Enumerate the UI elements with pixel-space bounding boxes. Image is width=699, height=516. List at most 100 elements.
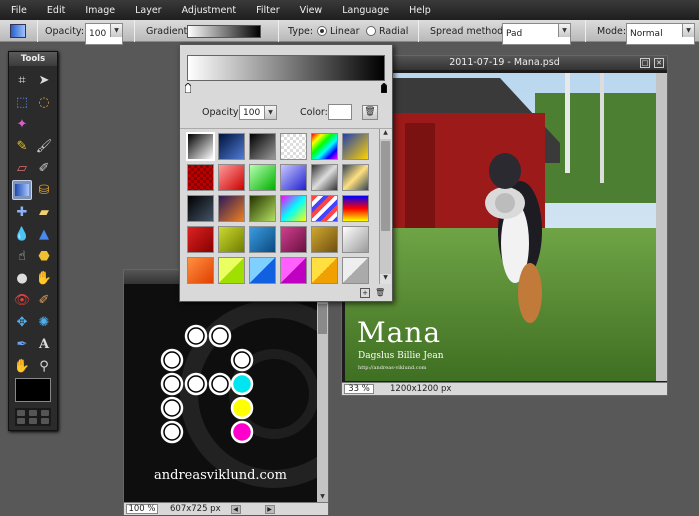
gradient-preset-red-check[interactable] (187, 164, 214, 191)
gradient-preset-dark-red[interactable] (187, 226, 214, 253)
close-icon[interactable]: ✕ (654, 58, 664, 68)
gradient-tool-icon[interactable] (12, 180, 32, 200)
magic-wand-icon[interactable]: ✦ (12, 114, 32, 134)
menu-filter[interactable]: Filter (245, 5, 289, 16)
logo-canvas[interactable]: andreasviklund.com (124, 284, 317, 502)
bloat-tool-icon[interactable]: ✥ (12, 312, 32, 332)
gradient-stop-white-icon[interactable] (185, 83, 191, 93)
zoom-tool-icon[interactable]: ⚲ (34, 356, 54, 376)
mode-select[interactable]: Normal ▼ (626, 23, 695, 45)
scrollbar-thumb[interactable] (318, 304, 327, 334)
menu-file[interactable]: File (0, 5, 36, 16)
move-tool-icon[interactable]: ➤ (34, 70, 54, 90)
zoom-field[interactable]: 100 % (126, 504, 158, 514)
gradient-preset-dark-slate[interactable] (187, 195, 214, 222)
scroll-left-icon[interactable]: ◀ (230, 504, 241, 514)
gradient-preset-sunset[interactable] (342, 195, 369, 222)
menu-adjustment[interactable]: Adjustment (171, 5, 246, 16)
scroll-down-icon[interactable]: ▼ (380, 274, 391, 284)
color-picker-icon[interactable]: ✒ (12, 334, 32, 354)
foreground-color-swatch[interactable] (15, 378, 51, 402)
type-radial-radio[interactable]: Radial (366, 20, 408, 42)
scroll-down-icon[interactable]: ▼ (318, 493, 327, 502)
menu-edit[interactable]: Edit (36, 5, 74, 16)
heal-tool-icon[interactable]: ✚ (12, 202, 32, 222)
gradient-preset-black-fade[interactable] (249, 133, 276, 160)
sponge-tool-icon[interactable]: ⬣ (34, 246, 54, 266)
gradient-stop-black-icon[interactable] (381, 83, 387, 93)
scrollbar-thumb[interactable] (381, 141, 390, 231)
menu-help[interactable]: Help (398, 5, 440, 16)
gradient-preset-olive[interactable] (249, 195, 276, 222)
gradient-preset-navy[interactable] (218, 133, 245, 160)
marquee-tool-icon[interactable]: ⬚ (12, 92, 32, 112)
zoom-field[interactable]: 33 % (344, 384, 374, 394)
gradient-preset-neon[interactable] (280, 195, 307, 222)
gradient-preset-orange[interactable] (187, 257, 214, 284)
picker-color-swatch[interactable] (328, 104, 352, 120)
gradient-preset-transparent[interactable] (280, 133, 307, 160)
logo-vertical-scrollbar[interactable]: ▼ (317, 284, 328, 502)
gradient-preset-stripes[interactable] (311, 195, 338, 222)
gradient-preset-yellow-green[interactable] (218, 257, 245, 284)
spread-select[interactable]: Pad ▼ (502, 23, 571, 45)
red-eye-tool-icon[interactable]: 👁 (12, 290, 32, 310)
burn-tool-icon[interactable]: ✋ (34, 268, 54, 288)
chevron-down-icon: ▼ (264, 106, 276, 119)
gradient-preset-green[interactable] (249, 164, 276, 191)
pencil-tool-icon[interactable]: ✎ (12, 136, 32, 156)
gradient-preset-black-white[interactable] (186, 132, 215, 161)
pinch-tool-icon[interactable]: ✺ (34, 312, 54, 332)
dodge-tool-icon[interactable]: ● (12, 268, 32, 288)
menu-language[interactable]: Language (331, 5, 398, 16)
stamp-tool-icon[interactable]: ⛁ (34, 180, 54, 200)
gradient-preset-red[interactable] (218, 164, 245, 191)
gradient-preset-chrome[interactable] (311, 164, 338, 191)
delete-stop-icon[interactable]: 🗑 (362, 105, 378, 120)
opacity-select[interactable]: 100 ▼ (85, 23, 123, 45)
text-tool-icon[interactable]: A (34, 334, 54, 354)
spot-heal-icon[interactable]: ✐ (34, 290, 54, 310)
gradient-preset-gold-steel[interactable] (342, 164, 369, 191)
replace-color-icon[interactable]: ✐ (34, 158, 54, 178)
gradient-preset-blue-split[interactable] (249, 257, 276, 284)
eraser-tool-icon[interactable]: ▱ (12, 158, 32, 178)
gradient-tool-icon (10, 20, 26, 42)
crop-tool-icon[interactable]: ⌗ (12, 70, 32, 90)
lasso-tool-icon[interactable]: ◌ (34, 92, 54, 112)
picker-opacity-select[interactable]: 100 ▼ (239, 105, 277, 120)
brush-tool-icon[interactable]: 🖌 (34, 136, 54, 156)
new-gradient-icon[interactable]: + (360, 288, 370, 298)
menu-layer[interactable]: Layer (124, 5, 171, 16)
menu-image[interactable]: Image (74, 5, 124, 16)
color-modes-grid[interactable] (15, 408, 51, 426)
gradient-preset-amber-split[interactable] (311, 257, 338, 284)
delete-gradient-icon[interactable]: 🗑 (375, 288, 385, 298)
gradient-preset-magenta[interactable] (280, 226, 307, 253)
scroll-up-icon[interactable]: ▲ (380, 129, 391, 139)
gradient-preset-light-grey[interactable] (342, 226, 369, 253)
sharpen-tool-icon[interactable]: ▲ (34, 224, 54, 244)
gradient-preset-sky[interactable] (249, 226, 276, 253)
gradient-editor-bar[interactable] (187, 55, 385, 81)
gradient-preset-blue-yellow[interactable] (342, 133, 369, 160)
menu-view[interactable]: View (289, 5, 332, 16)
gradient-preset-rainbow[interactable] (311, 133, 338, 160)
photo-caption-subtitle: Dagslus Billie Jean (358, 351, 444, 361)
gradient-preview[interactable] (187, 20, 261, 42)
paint-bucket-icon[interactable]: ▰ (34, 202, 54, 222)
gradient-preset-blue[interactable] (280, 164, 307, 191)
hand-tool-icon[interactable]: ✋ (12, 356, 32, 376)
blur-tool-icon[interactable]: 💧 (12, 224, 32, 244)
scroll-right-icon[interactable]: ▶ (264, 504, 275, 514)
gradient-preset-pink-split[interactable] (280, 257, 307, 284)
type-linear-radio[interactable]: Linear (317, 20, 360, 42)
gradient-preset-gold[interactable] (311, 226, 338, 253)
gradient-preset-grey-split[interactable] (342, 257, 369, 284)
presets-scrollbar[interactable]: ▲ ▼ (379, 129, 391, 284)
smudge-tool-icon[interactable]: ☝ (12, 246, 32, 266)
mana-vertical-scrollbar[interactable] (656, 73, 667, 381)
gradient-preset-purple-orange[interactable] (218, 195, 245, 222)
maximize-icon[interactable]: □ (640, 58, 650, 68)
gradient-preset-lime[interactable] (218, 226, 245, 253)
